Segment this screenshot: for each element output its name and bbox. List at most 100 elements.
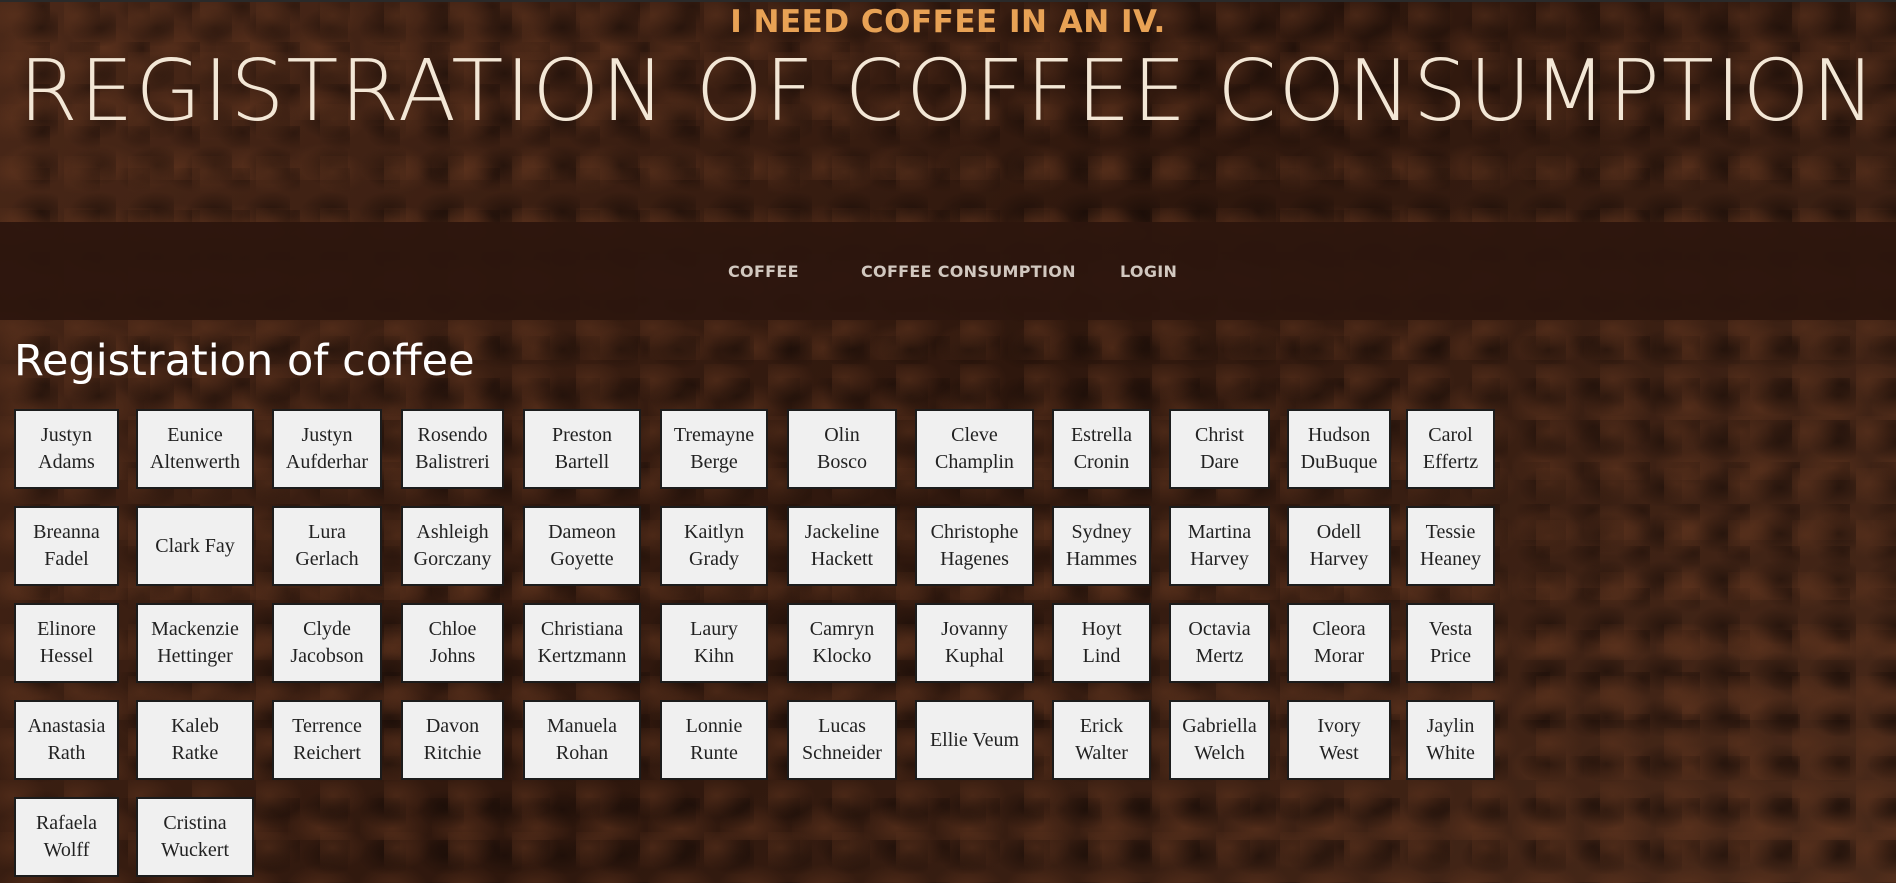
person-tile[interactable]: Olin Bosco — [787, 409, 897, 489]
person-last-name: Cronin — [1073, 451, 1130, 473]
person-tile[interactable]: Ashleigh Gorczany — [401, 506, 504, 586]
person-first-name: Lonnie — [685, 715, 743, 737]
person-tile[interactable]: Vesta Price — [1406, 603, 1495, 683]
person-tile[interactable]: Tessie Heaney — [1406, 506, 1495, 586]
person-name: Gabriella Welch — [1182, 713, 1256, 767]
person-tile[interactable]: Dameon Goyette — [523, 506, 641, 586]
person-last-name: Runte — [690, 742, 738, 764]
person-first-name: Rafaela — [35, 812, 98, 834]
nav-item-coffee[interactable]: COFFEE — [728, 262, 799, 281]
person-last-name: Adams — [38, 451, 95, 473]
person-last-name: Rohan — [555, 742, 609, 764]
person-tile[interactable]: Tremayne Berge — [660, 409, 768, 489]
person-first-name: Erick — [1079, 715, 1124, 737]
person-name: Hudson DuBuque — [1301, 422, 1378, 476]
person-name: Anastasia Rath — [28, 713, 106, 767]
person-first-name: Dameon — [548, 521, 616, 543]
person-tile[interactable]: Preston Bartell — [523, 409, 641, 489]
person-name: Clyde Jacobson — [290, 616, 363, 670]
person-tile[interactable]: Octavia Mertz — [1169, 603, 1270, 683]
person-tile[interactable]: Ellie Veum — [915, 700, 1034, 780]
person-first-name: Martina — [1187, 521, 1252, 543]
person-tile[interactable]: Laury Kihn — [660, 603, 768, 683]
person-name: Terrence Reichert — [292, 713, 362, 767]
person-first-name: Justyn — [301, 424, 353, 446]
person-tile[interactable]: Eunice Altenwerth — [136, 409, 254, 489]
person-tile[interactable]: Jackeline Hackett — [787, 506, 897, 586]
person-tile[interactable]: Sydney Hammes — [1052, 506, 1151, 586]
person-tile[interactable]: Kaleb Ratke — [136, 700, 254, 780]
person-tile[interactable]: Clyde Jacobson — [272, 603, 382, 683]
person-last-name: Fadel — [44, 548, 89, 570]
person-tile[interactable]: Lonnie Runte — [660, 700, 768, 780]
person-tile[interactable]: Jovanny Kuphal — [915, 603, 1034, 683]
person-tile[interactable]: Breanna Fadel — [14, 506, 119, 586]
person-tile[interactable]: Chloe Johns — [401, 603, 504, 683]
person-tile[interactable]: Cleve Champlin — [915, 409, 1034, 489]
person-tile[interactable]: Mackenzie Hettinger — [136, 603, 254, 683]
person-first-name: Gabriella — [1182, 715, 1257, 737]
person-tile[interactable]: Estrella Cronin — [1052, 409, 1151, 489]
person-first-name: Rosendo — [417, 424, 488, 446]
person-tile[interactable]: Davon Ritchie — [401, 700, 504, 780]
person-tile[interactable]: Hudson DuBuque — [1287, 409, 1391, 489]
person-tile[interactable]: Justyn Adams — [14, 409, 119, 489]
person-first-name: Clark Fay — [155, 534, 235, 557]
person-tile[interactable]: Cristina Wuckert — [136, 797, 254, 877]
person-tile[interactable]: Justyn Aufderhar — [272, 409, 382, 489]
person-name: Carol Effertz — [1423, 422, 1478, 476]
person-tile[interactable]: Christiana Kertzmann — [523, 603, 641, 683]
person-first-name: Jackeline — [804, 521, 880, 543]
person-tile[interactable]: Manuela Rohan — [523, 700, 641, 780]
person-last-name: Balistreri — [415, 451, 490, 473]
person-tile[interactable]: Christ Dare — [1169, 409, 1270, 489]
person-tile[interactable]: Cleora Morar — [1287, 603, 1391, 683]
nav-item-coffee-consumption[interactable]: COFFEE CONSUMPTION — [861, 262, 1076, 281]
person-tile[interactable]: Rosendo Balistreri — [401, 409, 504, 489]
person-tile[interactable]: Rafaela Wolff — [14, 797, 119, 877]
person-tile[interactable]: Christophe Hagenes — [915, 506, 1034, 586]
person-tile[interactable]: Anastasia Rath — [14, 700, 119, 780]
person-last-name: Aufderhar — [285, 451, 369, 473]
person-tile[interactable]: Odell Harvey — [1287, 506, 1391, 586]
person-first-name: Camryn — [809, 618, 875, 640]
person-tile[interactable]: Ivory West — [1287, 700, 1391, 780]
person-tile[interactable]: Lura Gerlach — [272, 506, 382, 586]
person-first-name: Lucas — [818, 715, 866, 737]
person-first-name: Tessie — [1425, 521, 1476, 543]
nav-item-login[interactable]: LOGIN — [1120, 262, 1177, 281]
person-first-name: Jaylin — [1426, 715, 1475, 737]
person-last-name: West — [1319, 742, 1359, 764]
person-tile[interactable]: Martina Harvey — [1169, 506, 1270, 586]
person-tile[interactable]: Gabriella Welch — [1169, 700, 1270, 780]
person-last-name: Welch — [1194, 742, 1245, 764]
person-name: Christiana Kertzmann — [538, 616, 627, 670]
person-tile[interactable]: Kaitlyn Grady — [660, 506, 768, 586]
person-last-name: Walter — [1075, 742, 1128, 764]
person-last-name: Bartell — [554, 451, 610, 473]
person-tile[interactable]: Carol Effertz — [1406, 409, 1495, 489]
person-name: Ellie Veum — [930, 727, 1019, 754]
person-tile[interactable]: Hoyt Lind — [1052, 603, 1151, 683]
person-name: Davon Ritchie — [424, 713, 482, 767]
person-first-name: Christiana — [540, 618, 624, 640]
person-name: Olin Bosco — [817, 422, 867, 476]
person-name: Ashleigh Gorczany — [414, 519, 492, 573]
person-first-name: Clyde — [303, 618, 351, 640]
person-tile[interactable]: Erick Walter — [1052, 700, 1151, 780]
person-last-name: Schneider — [802, 742, 882, 764]
person-tile[interactable]: Elinore Hessel — [14, 603, 119, 683]
person-tile[interactable]: Jaylin White — [1406, 700, 1495, 780]
person-tile[interactable]: Terrence Reichert — [272, 700, 382, 780]
person-tile[interactable]: Clark Fay — [136, 506, 254, 586]
person-first-name: Lura — [308, 521, 346, 543]
person-tile[interactable]: Lucas Schneider — [787, 700, 897, 780]
person-first-name: Eunice — [167, 424, 223, 446]
person-name: Christophe Hagenes — [931, 519, 1019, 573]
person-name: Mackenzie Hettinger — [151, 616, 239, 670]
person-last-name: Effertz — [1422, 451, 1479, 473]
person-name: Octavia Mertz — [1188, 616, 1250, 670]
person-first-name: Hudson — [1307, 424, 1371, 446]
person-tile[interactable]: Camryn Klocko — [787, 603, 897, 683]
person-first-name: Carol — [1428, 424, 1473, 446]
